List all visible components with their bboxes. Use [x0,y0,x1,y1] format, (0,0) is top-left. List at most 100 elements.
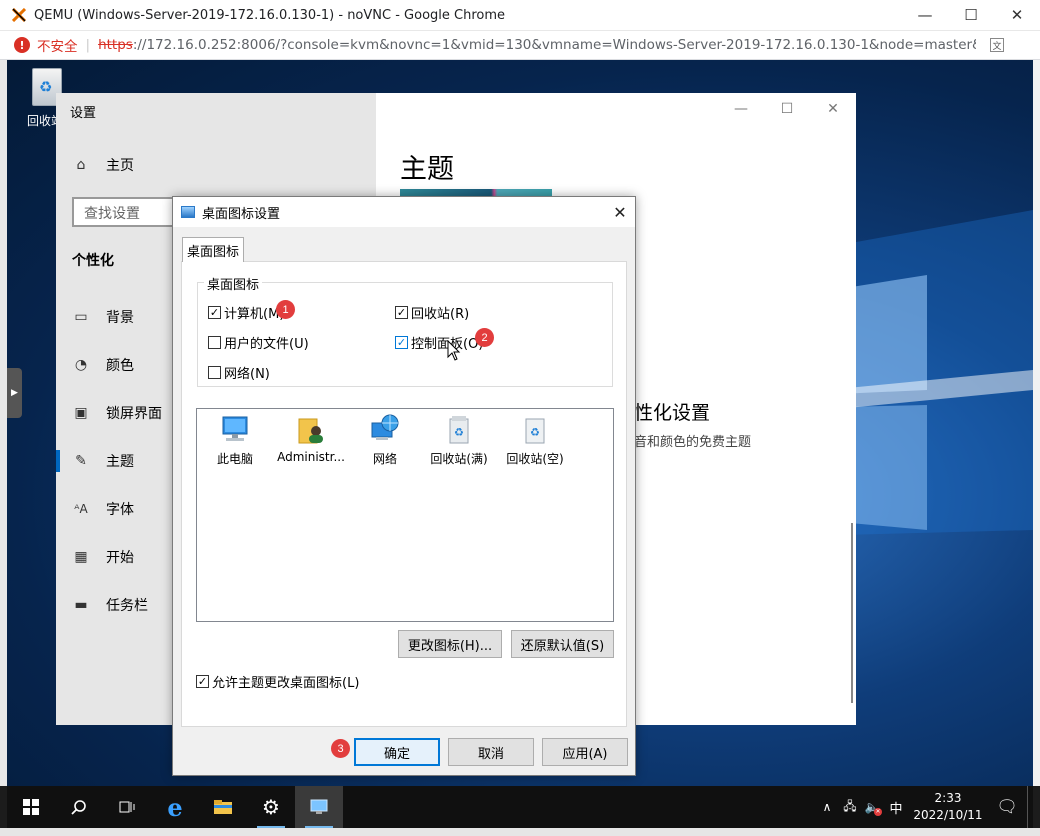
nav-label: 锁屏界面 [106,406,162,422]
icon-user-folder[interactable]: Administr... [275,413,347,464]
picture-icon: ▭ [74,309,88,325]
maximize-button[interactable]: ☐ [948,0,994,31]
start-grid-icon: ▦ [74,549,88,565]
icon-recycle-full[interactable]: ♻ 回收站(满) [423,413,495,467]
lockscreen-icon: ▣ [74,405,88,421]
checkbox-checked-icon: ✓ [208,306,221,319]
settings-close-button[interactable]: ✕ [810,93,856,125]
nav-label: 背景 [106,310,134,326]
notification-icon[interactable]: 🗨 [987,797,1027,817]
taskbar: e ⚙ ∧ 🖧 🔈 ✕ 中 2:33 2022/10/11 🗨 [7,786,1033,828]
svg-text:♻: ♻ [530,426,540,439]
minimize-button[interactable]: — [902,0,948,31]
checkbox-unchecked-icon [208,366,221,379]
browser-window-title: QEMU (Windows-Server-2019-172.16.0.130-1… [34,7,506,23]
warning-icon[interactable]: ! [14,37,30,53]
page-bottom-edge [0,828,1040,836]
home-icon: ⌂ [76,157,86,173]
theme-brush-icon: ✎ [75,453,87,469]
icon-list[interactable]: 此电脑 Administr... 网络 ♻ 回收站(满) ♻ 回收站(空) [196,408,614,622]
desktop-icon-settings-dialog: 桌面图标设置 ✕ 桌面图标 桌面图标 ✓ 计算机(M) ✓ 回收站(R) 用户的… [172,196,636,776]
user-folder-icon [296,413,326,445]
search-button[interactable] [55,786,103,828]
show-desktop-button[interactable] [1027,786,1033,828]
close-button[interactable]: ✕ [994,0,1040,31]
checkbox-control-panel[interactable]: ✓ 控制面板(O) [395,333,483,352]
proxmox-logo-icon [11,7,27,23]
checkbox-label: 用户的文件(U) [224,337,309,352]
address-bar[interactable]: ! 不安全 | https://172.16.0.252:8006/?conso… [0,31,1040,60]
icon-label: 网络 [372,452,397,466]
windows-start-icon [23,799,39,815]
change-icon-button[interactable]: 更改图标(H)... [398,630,502,658]
show-hidden-icons-icon[interactable]: ∧ [815,800,839,814]
annotation-badge: 2 [475,328,494,347]
network-globe-icon [370,413,400,445]
settings-window-title: 设置 [70,106,97,121]
taskbar-ie[interactable]: e [151,786,199,828]
network-icon[interactable]: 🖧 [839,797,861,818]
dialog-title-bar: 桌面图标设置 ✕ [173,197,635,227]
ime-indicator[interactable]: 中 [883,798,909,817]
nav-home[interactable]: ⌂ 主页 [56,145,376,185]
tab-desktop-icons[interactable]: 桌面图标 [182,237,244,262]
clock-date: 2022/10/11 [913,808,983,822]
checkbox-network[interactable]: 网络(N) [208,363,270,382]
icon-recycle-empty[interactable]: ♻ 回收站(空) [499,413,571,467]
monitor-icon [181,206,195,218]
internet-explorer-icon: e [167,792,183,822]
system-tray: ∧ 🖧 🔈 ✕ 中 2:33 2022/10/11 🗨 [815,786,1033,828]
checkbox-checked-icon: ✓ [395,336,408,349]
annotation-badge: 3 [331,739,350,758]
checkbox-checked-icon: ✓ [196,675,209,688]
gear-icon: ⚙ [262,795,280,819]
checkbox-recycle-bin[interactable]: ✓ 回收站(R) [395,303,469,322]
nav-label: 开始 [106,550,134,566]
task-view-button[interactable] [103,786,151,828]
icon-this-pc[interactable]: 此电脑 [199,413,271,467]
page-title: 主题 [400,154,454,185]
restore-default-button[interactable]: 还原默认值(S) [511,630,614,658]
translate-icon[interactable]: 文 [990,38,1005,52]
page-right-edge [1033,60,1040,786]
settings-minimize-button[interactable]: — [718,93,764,125]
separator: | [85,37,91,53]
monitor-icon [310,799,328,814]
clock[interactable]: 2:33 2022/10/11 [909,790,987,824]
apply-button[interactable]: 应用(A) [542,738,628,766]
icon-network[interactable]: 网络 [349,413,421,467]
taskbar-explorer[interactable] [199,786,247,828]
start-button[interactable] [7,786,55,828]
dialog-close-button[interactable]: ✕ [605,203,635,222]
ok-button[interactable]: 确定 [354,738,440,766]
page-left-edge [0,60,7,786]
novnc-sidebar-handle[interactable]: ▶ [7,368,22,418]
url-rest: ://172.16.0.252:8006/?console=kvm&novnc=… [132,37,977,53]
task-view-icon [119,801,135,813]
taskbar-desktop-icon-settings[interactable] [295,786,343,828]
checkbox-label: 允许主题更改桌面图标(L) [212,676,360,691]
svg-text:♻: ♻ [454,426,464,439]
recycle-bin-empty-icon: ♻ [520,413,550,445]
checkbox-user-files[interactable]: 用户的文件(U) [208,333,309,352]
clock-time: 2:33 [934,791,962,805]
related-link[interactable]: 音和颜色的免费主题 [634,431,751,450]
settings-maximize-button[interactable]: ☐ [764,93,810,125]
volume-muted-icon[interactable]: 🔈 ✕ [861,800,883,816]
checkbox-computer[interactable]: ✓ 计算机(M) [208,303,284,322]
icon-label: 此电脑 [216,452,253,466]
url-text[interactable]: https://172.16.0.252:8006/?console=kvm&n… [98,37,976,53]
cancel-button[interactable]: 取消 [448,738,534,766]
not-secure-label[interactable]: 不安全 [37,35,78,55]
checkbox-allow-themes[interactable]: ✓ 允许主题更改桌面图标(L) [196,672,359,691]
checkbox-label: 回收站(R) [411,307,470,322]
annotation-badge: 1 [276,300,295,319]
taskbar-icon: ▬ [74,597,88,613]
nav-label: 任务栏 [106,598,148,614]
settings-scrollbar[interactable] [851,523,853,703]
recycle-bin-full-icon: ♻ [444,413,474,445]
taskbar-settings[interactable]: ⚙ [247,786,295,828]
checkbox-unchecked-icon [208,336,221,349]
checkbox-checked-icon: ✓ [395,306,408,319]
font-icon: ᴬA [74,502,88,516]
